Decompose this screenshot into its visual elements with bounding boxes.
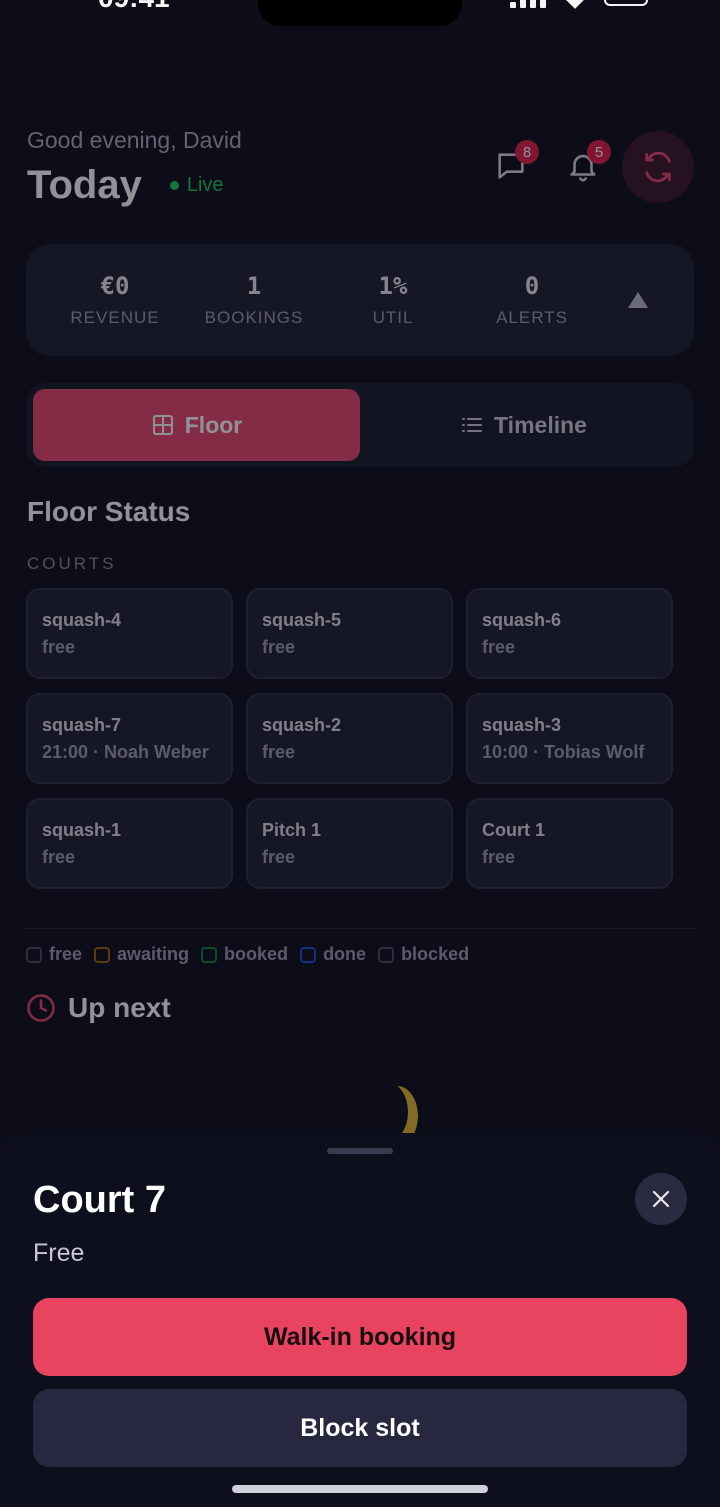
stat-alerts: 0 ALERTS [462, 272, 602, 328]
legend-swatch [26, 946, 42, 963]
court-status: free [262, 847, 296, 867]
stats-card: €0 REVENUE 1 BOOKINGS 1% UTIL 0 ALERTS [26, 244, 694, 356]
stat-value: 0 [524, 272, 540, 300]
court-status: free [482, 637, 516, 657]
stat-value: 1 [246, 272, 262, 300]
tab-timeline[interactable]: Timeline [360, 389, 687, 461]
stat-value: €0 [100, 272, 130, 300]
up-next-title: Up next [68, 992, 171, 1023]
view-toggle: Floor Timeline [26, 383, 694, 467]
live-indicator: Live [169, 174, 224, 197]
legend-label: booked [224, 944, 289, 964]
floor-status-title: Floor Status [27, 496, 191, 527]
court-card[interactable]: squash-6 free [466, 588, 673, 679]
tab-floor[interactable]: Floor [33, 389, 360, 461]
stat-label: BOOKINGS [204, 308, 304, 327]
messages-badge: 8 [515, 140, 539, 164]
court-status: free [42, 637, 76, 657]
stat-label: ALERTS [496, 308, 568, 327]
court-card[interactable]: Court 1 free [466, 798, 673, 889]
court-status: 21:00 · Noah Weber [42, 742, 209, 762]
stat-bookings: 1 BOOKINGS [184, 272, 324, 328]
greeting: Good evening, David [27, 127, 242, 153]
court-name: squash-5 [262, 610, 342, 630]
court-name: squash-6 [482, 610, 562, 630]
legend-label: awaiting [117, 944, 190, 964]
stat-label: REVENUE [70, 308, 160, 327]
up-next-heading: Up next [26, 992, 171, 1024]
title-row: Today Live [27, 163, 224, 208]
legend-swatch [201, 946, 218, 963]
court-name: squash-2 [262, 715, 342, 735]
court-status: free [482, 847, 516, 867]
stat-revenue: €0 REVENUE [45, 272, 185, 328]
court-name: squash-4 [42, 610, 122, 630]
legend-swatch [94, 946, 111, 963]
sheet-subtitle: Free [33, 1239, 85, 1267]
walk-in-booking-button[interactable]: Walk-in booking [33, 1298, 687, 1376]
court-status: 10:00 · Tobias Wolf [482, 742, 645, 762]
sheet-grabber[interactable] [327, 1148, 393, 1154]
court-card[interactable]: squash-7 21:00 · Noah Weber [26, 693, 233, 784]
court-name: Pitch 1 [262, 820, 322, 840]
court-card[interactable]: squash-1 free [26, 798, 233, 889]
legend-item: done [300, 944, 366, 965]
sheet-title: Court 7 [33, 1179, 166, 1221]
court-name: squash-3 [482, 715, 562, 735]
divider [26, 928, 694, 929]
courts-label: COURTS [27, 554, 117, 573]
messages-button[interactable]: 8 [481, 136, 541, 196]
court-name: squash-7 [42, 715, 122, 735]
court-name: squash-1 [42, 820, 122, 840]
home-indicator [232, 1485, 488, 1493]
court-bottom-sheet: Court 7 Free Walk-in booking Block slot [0, 1133, 720, 1507]
live-label: Live [186, 174, 224, 196]
court-card[interactable]: Pitch 1 free [246, 798, 453, 889]
legend-swatch [300, 946, 317, 963]
legend-label: done [323, 944, 367, 964]
notifications-badge: 5 [587, 140, 611, 164]
legend-swatch [378, 946, 395, 963]
court-status: free [42, 847, 76, 867]
page-title: Today [27, 163, 142, 207]
status-legend: free awaiting booked done blocked [26, 944, 469, 965]
tab-floor-label: Floor [184, 411, 243, 438]
legend-label: blocked [401, 944, 470, 964]
court-card[interactable]: squash-3 10:00 · Tobias Wolf [466, 693, 673, 784]
legend-label: free [49, 944, 83, 964]
stat-label: UTIL [372, 308, 414, 327]
block-slot-button[interactable]: Block slot [33, 1389, 687, 1467]
close-button[interactable] [635, 1173, 687, 1225]
court-name: Court 1 [482, 820, 545, 840]
court-card[interactable]: squash-2 free [246, 693, 453, 784]
legend-item: awaiting [94, 944, 189, 965]
notifications-button[interactable]: 5 [553, 136, 613, 196]
court-card[interactable]: squash-5 free [246, 588, 453, 679]
grid-icon [152, 415, 173, 435]
triangle-up-icon[interactable] [628, 292, 648, 308]
list-icon [462, 418, 483, 432]
refresh-icon [645, 151, 671, 183]
refresh-button[interactable] [622, 131, 694, 203]
close-icon [652, 1190, 670, 1208]
stat-value: 1% [378, 272, 408, 300]
tab-timeline-label: Timeline [494, 411, 587, 438]
legend-item: free [26, 944, 82, 965]
legend-item: booked [201, 944, 288, 965]
court-status: free [262, 637, 296, 657]
legend-item: blocked [378, 944, 469, 965]
clock-icon [27, 994, 55, 1022]
live-dot-icon [169, 181, 179, 190]
stat-util: 1% UTIL [323, 272, 463, 328]
court-card[interactable]: squash-4 free [26, 588, 233, 679]
court-status: free [262, 742, 296, 762]
